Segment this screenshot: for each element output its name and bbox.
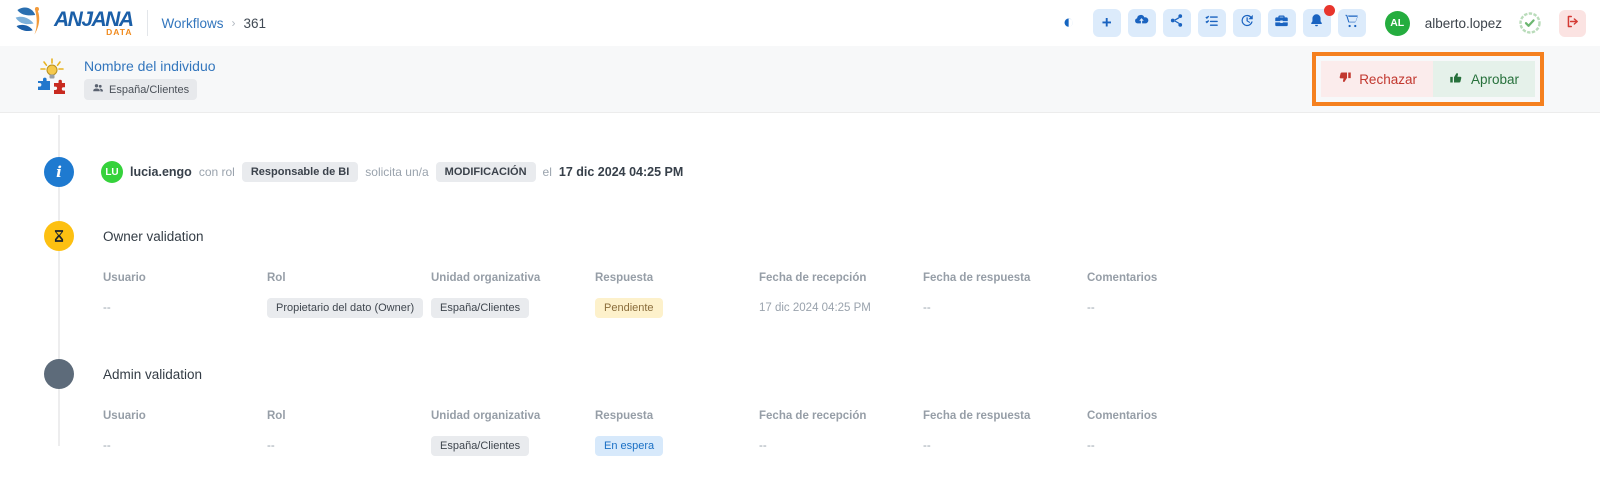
owner-usuario: -- xyxy=(103,302,267,314)
user-avatar[interactable]: AL xyxy=(1385,11,1410,36)
username: alberto.lopez xyxy=(1425,16,1502,31)
action-highlight-box: Rechazar Aprobar xyxy=(1312,52,1544,106)
owner-fecha-respuesta: -- xyxy=(923,302,1087,314)
reject-label: Rechazar xyxy=(1359,72,1417,87)
history-button[interactable] xyxy=(1233,9,1261,37)
owner-validation-section: Owner validation Usuario Rol Unidad orga… xyxy=(0,221,1600,318)
reject-button[interactable]: Rechazar xyxy=(1321,61,1433,97)
requester-avatar[interactable]: LU xyxy=(101,161,123,183)
entity-org-label: España/Clientes xyxy=(109,84,189,96)
col-rol: Rol xyxy=(267,410,431,422)
checklist-icon xyxy=(1204,13,1219,33)
owner-validation-row: -- Propietario del dato (Owner) España/C… xyxy=(103,297,1600,318)
briefcase-icon xyxy=(1274,13,1289,33)
status-check-icon xyxy=(1518,11,1542,35)
info-icon: i xyxy=(44,157,74,187)
upload-button[interactable] xyxy=(1128,9,1156,37)
anjana-logo[interactable]: ANJANA DATA xyxy=(14,4,133,43)
add-button[interactable]: + xyxy=(1093,9,1121,37)
col-rol: Rol xyxy=(267,272,431,284)
request-action-badge: MODIFICACIÓN xyxy=(436,162,536,182)
col-comentarios: Comentarios xyxy=(1087,272,1251,284)
admin-usuario: -- xyxy=(103,440,267,452)
cart-button[interactable] xyxy=(1338,9,1366,37)
request-text-con-rol: con rol xyxy=(199,165,235,179)
admin-validation-title: Admin validation xyxy=(103,367,202,382)
col-fecha-respuesta: Fecha de respuesta xyxy=(923,410,1087,422)
people-icon xyxy=(92,82,104,97)
request-text-solicita: solicita un/a xyxy=(365,165,428,179)
owner-validation-title: Owner validation xyxy=(103,229,204,244)
bell-icon xyxy=(1309,13,1324,33)
entity-org-badge: España/Clientes xyxy=(84,79,197,100)
admin-rol: -- xyxy=(267,440,431,452)
divider xyxy=(147,10,148,36)
plus-icon: + xyxy=(1102,13,1112,33)
breadcrumb-workflows-link[interactable]: Workflows xyxy=(162,16,224,31)
admin-fecha-recepcion: -- xyxy=(759,440,923,452)
pending-step-icon xyxy=(44,359,74,389)
contrast-icon[interactable]: ◐ xyxy=(1056,10,1082,36)
top-bar: ANJANA DATA Workflows › 361 ◐ + xyxy=(0,0,1600,46)
admin-fecha-respuesta: -- xyxy=(923,440,1087,452)
col-fecha-recepcion: Fecha de recepción xyxy=(759,272,923,284)
owner-comentarios: -- xyxy=(1087,302,1251,314)
col-comentarios: Comentarios xyxy=(1087,410,1251,422)
cart-icon xyxy=(1344,13,1359,33)
logout-button[interactable] xyxy=(1559,10,1586,37)
owner-unidad-badge: España/Clientes xyxy=(431,298,529,318)
col-usuario: Usuario xyxy=(103,272,267,284)
owner-status-badge: Pendiente xyxy=(595,298,663,318)
anjana-fairy-icon xyxy=(14,4,48,43)
admin-validation-section: Admin validation Usuario Rol Unidad orga… xyxy=(0,359,1600,456)
notifications-button[interactable] xyxy=(1303,9,1331,37)
entity-type-icon xyxy=(32,57,72,102)
breadcrumb: Workflows › 361 xyxy=(162,16,267,31)
col-respuesta: Respuesta xyxy=(595,410,759,422)
admin-comentarios: -- xyxy=(1087,440,1251,452)
hourglass-icon xyxy=(44,221,74,251)
owner-rol-badge: Propietario del dato (Owner) xyxy=(267,298,423,318)
briefcase-button[interactable] xyxy=(1268,9,1296,37)
logout-icon xyxy=(1565,14,1580,32)
breadcrumb-separator: › xyxy=(232,16,236,30)
toolbar: ◐ + AL alber xyxy=(1056,9,1586,37)
col-unidad: Unidad organizativa xyxy=(431,410,595,422)
approve-label: Aprobar xyxy=(1471,72,1519,87)
history-icon xyxy=(1239,13,1254,33)
workflow-timeline: i LU lucia.engo con rol Responsable de B… xyxy=(0,113,1600,482)
col-unidad: Unidad organizativa xyxy=(431,272,595,284)
col-fecha-recepcion: Fecha de recepción xyxy=(759,410,923,422)
checklist-button[interactable] xyxy=(1198,9,1226,37)
cloud-upload-icon xyxy=(1134,13,1149,33)
thumbs-down-icon xyxy=(1337,70,1352,88)
thumbs-up-icon xyxy=(1449,70,1464,88)
admin-validation-row: -- -- España/Clientes En espera -- -- -- xyxy=(103,435,1600,456)
admin-status-badge: En espera xyxy=(595,436,663,456)
workflow-detail-page: ANJANA DATA Workflows › 361 ◐ + xyxy=(0,0,1600,482)
entity-title: Nombre del individuo xyxy=(84,58,216,74)
notification-dot xyxy=(1324,5,1335,16)
entity-header-bar: Nombre del individuo España/Clientes Rec… xyxy=(0,46,1600,113)
col-usuario: Usuario xyxy=(103,410,267,422)
requester-role-badge: Responsable de BI xyxy=(242,162,358,182)
col-respuesta: Respuesta xyxy=(595,272,759,284)
hierarchy-icon xyxy=(1169,13,1184,33)
request-entry: i LU lucia.engo con rol Responsable de B… xyxy=(0,113,1600,187)
request-text-el: el xyxy=(543,165,552,179)
requester-name: lucia.engo xyxy=(130,165,192,179)
owner-validation-table: Usuario Rol Unidad organizativa Respuest… xyxy=(103,272,1600,318)
approve-button[interactable]: Aprobar xyxy=(1433,61,1535,97)
admin-unidad-badge: España/Clientes xyxy=(431,436,529,456)
col-fecha-respuesta: Fecha de respuesta xyxy=(923,272,1087,284)
admin-validation-table: Usuario Rol Unidad organizativa Respuest… xyxy=(103,410,1600,456)
breadcrumb-workflow-id: 361 xyxy=(244,16,267,31)
owner-fecha-recepcion: 17 dic 2024 04:25 PM xyxy=(759,302,923,314)
hierarchy-button[interactable] xyxy=(1163,9,1191,37)
request-date: 17 dic 2024 04:25 PM xyxy=(559,165,683,179)
